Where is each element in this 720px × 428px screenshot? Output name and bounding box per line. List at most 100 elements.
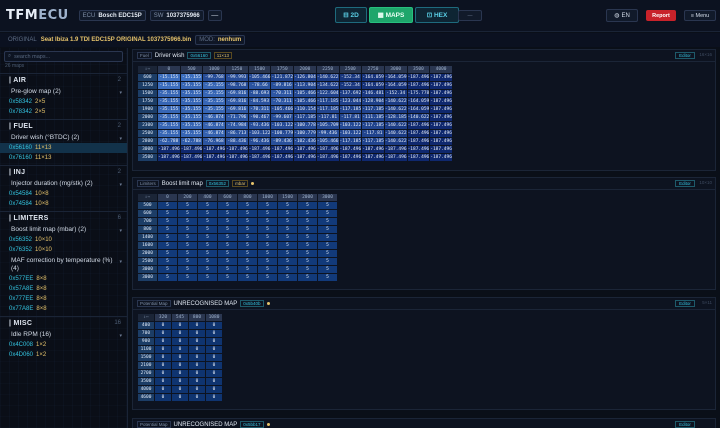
map-cell[interactable]: 0 [171,377,189,386]
map-cell[interactable]: -62.788 [157,137,181,146]
map-cell[interactable]: 0 [154,345,172,354]
map-cell[interactable]: 0 [154,385,172,394]
view-2d-button[interactable]: ⊟ 2D [335,7,367,23]
map-cell[interactable]: -89.816 [270,81,295,90]
map-cell[interactable]: -164.059 [406,105,431,114]
map-cell[interactable]: 5 [157,265,178,274]
map-cell[interactable]: -105.466 [293,89,317,98]
map-cell[interactable]: -187.496 [179,153,204,162]
map-cell[interactable]: 5 [317,209,338,218]
map-cell[interactable]: 5 [317,233,338,242]
map-cell[interactable]: 5 [157,249,178,258]
map-cell[interactable]: -187.496 [157,145,181,154]
editor-button[interactable]: Editor [675,421,695,428]
map-address-item[interactable]: 0x77A8E 8×8 [0,304,127,314]
map-cell[interactable]: -102.436 [293,137,317,146]
map-cell[interactable]: 0 [171,385,189,394]
map-cell[interactable]: -100.779 [270,129,295,138]
map-cell[interactable]: -46.874 [202,113,227,122]
map-cell[interactable]: -117.185 [315,97,340,106]
map-cell[interactable]: -88.693 [247,89,272,98]
map-cell[interactable]: 5 [277,265,298,274]
more-button[interactable]: — [207,10,222,21]
map-cell[interactable]: 0 [205,385,223,394]
category-header[interactable]: | FUEL 2 [0,119,127,132]
map-address-item[interactable]: 0x56352 10×10 [0,235,127,245]
map-cell[interactable]: -187.496 [406,137,431,146]
map-cell[interactable]: -140.622 [406,113,431,122]
map-cell[interactable]: -187.496 [406,153,431,162]
map-cell[interactable]: 5 [277,201,298,210]
map-cell[interactable]: -146.481 [361,89,385,98]
map-cell[interactable]: 0 [205,393,223,402]
map-cell[interactable]: 0 [154,369,172,378]
map-cell[interactable]: 5 [297,233,318,242]
category-header[interactable]: | INJ 2 [0,165,127,178]
map-cell[interactable]: 0 [171,369,189,378]
map-cell[interactable]: 5 [177,257,198,266]
map-cell[interactable]: -152.34 [338,73,363,82]
map-cell[interactable]: 5 [237,233,258,242]
map-address-item[interactable]: 0x76160 11×13 [0,153,127,163]
map-cell[interactable]: -35.155 [157,97,181,106]
map-cell[interactable]: -46.874 [202,121,227,130]
map-address-item[interactable]: 0x78342 2×5 [0,107,127,117]
map-cell[interactable]: -103.122 [338,121,363,130]
map-cell[interactable]: -99.436 [315,129,340,138]
map-cell[interactable]: -69.816 [225,97,249,106]
map-cell[interactable]: 0 [188,345,206,354]
map-cell[interactable]: -105.709 [315,121,340,130]
map-cell[interactable]: -128.904 [361,97,385,106]
map-cell[interactable]: 5 [197,241,218,250]
map-cell[interactable]: 0 [188,321,206,330]
map-cell[interactable]: 5 [177,265,198,274]
map-cell[interactable]: 5 [237,249,258,258]
view-maps-button[interactable]: ▦ MAPS [369,7,413,23]
map-cell[interactable]: -152.34 [338,81,363,90]
map-cell[interactable]: -187.496 [429,121,453,130]
map-cell[interactable]: -35.155 [157,89,181,98]
map-cell[interactable]: -187.496 [361,153,385,162]
map-cell[interactable]: -105.466 [293,97,317,106]
map-address-item[interactable]: 0x58342 2×5 [0,97,127,107]
map-cell[interactable]: -110.154 [293,105,317,114]
map-cell[interactable]: -70.311 [247,105,272,114]
map-cell[interactable]: -137.692 [338,89,363,98]
map-cell[interactable]: 0 [171,353,189,362]
map-cell[interactable]: -187.496 [429,129,453,138]
map-cell[interactable]: 5 [197,273,218,282]
map-cell[interactable]: -98.768 [225,81,249,90]
map-cell[interactable]: 5 [217,225,238,234]
map-cell[interactable]: -117.81 [338,113,363,122]
map-cell[interactable]: -15.155 [157,81,181,90]
map-cell[interactable]: -187.496 [315,145,340,154]
map-group[interactable]: Pre-glow map (2) ▾ [0,86,127,97]
map-cell[interactable]: 5 [317,225,338,234]
map-cell[interactable]: 5 [257,201,278,210]
map-cell[interactable]: 5 [177,273,198,282]
map-cell[interactable]: -100.778 [293,121,317,130]
map-cell[interactable]: -76.968 [202,137,227,146]
map-cell[interactable]: -187.496 [429,153,453,162]
map-cell[interactable]: 5 [317,217,338,226]
map-cell[interactable]: -99.768 [202,73,227,82]
map-cell[interactable]: -74.984 [225,121,249,130]
map-address-item[interactable]: 0x4D060 1×2 [0,350,127,360]
map-cell[interactable]: -187.496 [247,153,272,162]
map-cell[interactable]: -187.496 [429,73,453,82]
map-cell[interactable]: 0 [154,329,172,338]
map-cell[interactable]: 5 [237,217,258,226]
map-address-item[interactable]: 0x74584 10×8 [0,199,127,209]
map-cell[interactable]: -126.804 [293,73,317,82]
map-cell[interactable]: -71.796 [225,113,249,122]
map-cell[interactable]: -187.496 [338,145,363,154]
map-cell[interactable]: -187.496 [361,145,385,154]
small-select[interactable]: — [458,10,482,21]
map-group[interactable]: MAF correction by temperature (%) (4) ▾ [0,255,127,274]
map-cell[interactable]: -123.044 [338,97,363,106]
map-cell[interactable]: 5 [197,209,218,218]
map-cell[interactable]: 0 [171,329,189,338]
map-cell[interactable]: 5 [257,257,278,266]
map-cell[interactable]: -105.466 [315,137,340,146]
map-address-item[interactable]: 0x577EE 8×8 [0,274,127,284]
